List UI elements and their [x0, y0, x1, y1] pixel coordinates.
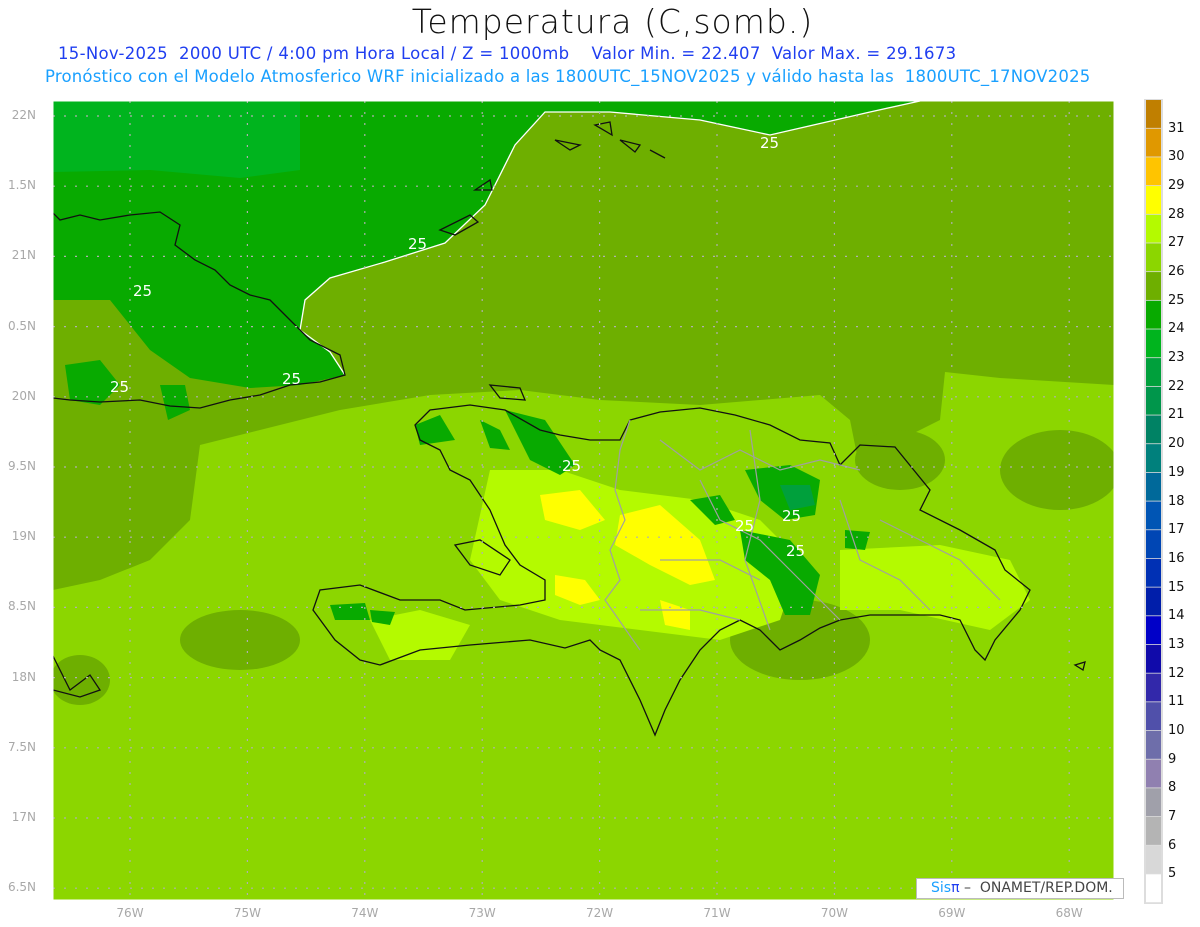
colorbar-swatch — [1146, 300, 1161, 329]
colorbar-label: 29 — [1168, 178, 1185, 194]
colorbar-label: 31 — [1168, 120, 1185, 136]
lat-label: 19N — [11, 529, 36, 544]
colorbar-label: 19 — [1168, 464, 1185, 480]
colorbar-label: 6 — [1168, 837, 1177, 853]
colorbar-label: 22 — [1168, 378, 1185, 394]
shade-patch — [180, 610, 300, 670]
colorbar-swatch — [1146, 214, 1161, 243]
contour-label: 25 — [760, 134, 780, 152]
lon-label: 76W — [116, 906, 144, 920]
colorbar-swatch — [1146, 415, 1161, 444]
colorbar-swatch — [1146, 673, 1161, 702]
colorbar-swatch — [1146, 329, 1161, 358]
contour-label: 25 — [110, 378, 130, 396]
colorbar-label: 28 — [1168, 206, 1185, 222]
colorbar-swatch — [1146, 128, 1161, 157]
contour-label: 25 — [735, 517, 755, 535]
model-info-subtitle: Pronóstico con el Modelo Atmosferico WRF… — [45, 67, 1091, 86]
lon-label: 71W — [703, 906, 731, 920]
contour-label: 25 — [133, 282, 153, 300]
contour-label: 25 — [562, 457, 582, 475]
colorbar-swatch — [1146, 501, 1161, 530]
colorbar-swatch — [1146, 472, 1161, 501]
colorbar-label: 24 — [1168, 321, 1185, 337]
colorbar-label: 23 — [1168, 350, 1185, 366]
forecast-time-subtitle: 15-Nov-2025 2000 UTC / 4:00 pm Hora Loca… — [58, 44, 957, 63]
contour-label: 25 — [786, 542, 806, 560]
colorbar-label: 27 — [1168, 235, 1185, 251]
colorbar-swatch — [1146, 730, 1161, 759]
colorbar-label: 5 — [1168, 866, 1177, 882]
colorbar-swatch — [1146, 759, 1161, 788]
colorbar-swatch — [1146, 530, 1161, 559]
credit-sis: Sis — [931, 880, 952, 896]
colorbar-swatch — [1146, 616, 1161, 645]
lat-label: 17N — [11, 810, 36, 824]
lat-label: 8.5N — [7, 599, 36, 614]
lat-label: 18N — [11, 669, 36, 684]
contour-label: 25 — [408, 235, 428, 253]
credit-org: – ONAMET/REP.DOM. — [959, 880, 1113, 896]
colorbar-swatch — [1146, 845, 1161, 874]
contour-label: 25 — [282, 370, 302, 388]
credit-box: Sisπ – ONAMET/REP.DOM. — [916, 878, 1124, 899]
colorbar-swatch — [1146, 788, 1161, 817]
colorbar-label: 25 — [1168, 292, 1185, 308]
lat-label: 6.5N — [7, 880, 36, 895]
colorbar-label: 8 — [1168, 780, 1177, 796]
credit-pi: π — [951, 880, 960, 896]
lat-label: 0.5N — [7, 318, 36, 333]
contour-label: 25 — [782, 507, 802, 525]
colorbar-swatch — [1146, 386, 1161, 415]
lon-label: 75W — [233, 906, 261, 920]
lat-label: 7.5N — [7, 739, 36, 754]
colorbar-label: 30 — [1168, 149, 1185, 165]
lon-label: 74W — [351, 906, 379, 920]
colorbar-swatch — [1146, 702, 1161, 731]
colorbar-swatch — [1146, 816, 1161, 845]
shade-patch — [855, 430, 945, 490]
colorbar-label: 20 — [1168, 436, 1185, 452]
lon-label: 72W — [586, 906, 614, 920]
lat-label: 21N — [11, 248, 36, 263]
lat-label: 1.5N — [7, 178, 36, 193]
lon-label: 70W — [820, 906, 848, 920]
colorbar-label: 7 — [1168, 808, 1177, 824]
map-title: Temperatura (C,somb.) — [411, 2, 814, 41]
lat-label: 22N — [11, 108, 36, 122]
colorbar-label: 9 — [1168, 751, 1177, 767]
temperature-map — [52, 99, 1163, 904]
lon-label: 69W — [938, 906, 966, 920]
lon-label: 73W — [468, 906, 496, 920]
colorbar-label: 21 — [1168, 407, 1185, 423]
colorbar-swatch — [1146, 874, 1161, 903]
colorbar-label: 10 — [1168, 722, 1185, 738]
colorbar-swatch — [1146, 243, 1161, 272]
colorbar-swatch — [1146, 558, 1161, 587]
colorbar-label: 16 — [1168, 550, 1185, 566]
colorbar-label: 14 — [1168, 608, 1185, 624]
colorbar-swatch — [1146, 644, 1161, 673]
colorbar-label: 17 — [1168, 522, 1185, 538]
colorbar-swatch — [1146, 100, 1161, 128]
lon-label: 68W — [1055, 906, 1083, 920]
lat-label: 9.5N — [7, 459, 36, 473]
colorbar-swatch — [1146, 587, 1161, 616]
colorbar-label: 11 — [1168, 694, 1185, 710]
colorbar-label: 15 — [1168, 579, 1185, 595]
colorbar-swatch — [1146, 358, 1161, 386]
colorbar-swatch — [1146, 272, 1161, 300]
colorbar-label: 12 — [1168, 665, 1185, 681]
colorbar-swatch — [1146, 157, 1161, 186]
lat-label: 20N — [11, 388, 36, 403]
colorbar-label: 26 — [1168, 264, 1185, 280]
shade-23-24 — [53, 101, 300, 178]
colorbar-label: 18 — [1168, 493, 1185, 509]
colorbar-swatch — [1146, 186, 1161, 214]
colorbar-swatch — [1146, 444, 1161, 473]
colorbar — [1144, 99, 1163, 904]
shade-patch — [1000, 430, 1114, 510]
colorbar-label: 13 — [1168, 636, 1185, 652]
